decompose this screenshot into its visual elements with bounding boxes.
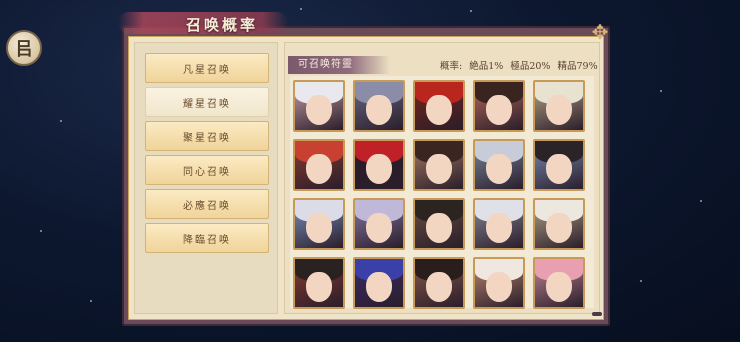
rates-label: 概率: (440, 61, 463, 72)
sidebar-item-label: 降臨召唤 (183, 234, 231, 246)
character-portrait[interactable] (293, 139, 345, 191)
sidebar-item-label: 耀星召唤 (183, 98, 231, 110)
portrait-face (306, 212, 332, 243)
sidebar-item-label: 必應召唤 (183, 200, 231, 212)
portrait-face (546, 212, 572, 243)
rate-ultimate: 絶品1% (469, 61, 504, 72)
character-portrait[interactable] (293, 80, 345, 132)
star (640, 280, 642, 282)
portrait-face (486, 94, 512, 125)
sidebar-item-label: 聚星召唤 (183, 132, 231, 144)
character-portrait[interactable] (533, 257, 585, 309)
star (660, 90, 662, 92)
star (300, 8, 302, 10)
character-portrait[interactable] (293, 198, 345, 250)
portrait-face (426, 94, 452, 125)
sidebar-item-descend-summon[interactable]: 降臨召唤 (145, 223, 269, 253)
portrait-face (546, 271, 572, 302)
character-portrait[interactable] (473, 80, 525, 132)
character-portrait[interactable] (353, 139, 405, 191)
panel-title: 召唤概率 (186, 16, 259, 34)
portrait-face (486, 212, 512, 243)
sidebar-item-unity-summon[interactable]: 同心召唤 (145, 155, 269, 185)
sidebar-item-star-summon[interactable]: 耀星召唤 (145, 87, 269, 117)
portrait-face (426, 153, 452, 184)
character-portrait[interactable] (413, 198, 465, 250)
character-portrait[interactable] (293, 257, 345, 309)
character-portrait[interactable] (413, 139, 465, 191)
character-portrait[interactable] (473, 198, 525, 250)
star (700, 200, 702, 202)
portrait-face (366, 153, 392, 184)
sidebar-item-label: 同心召唤 (183, 166, 231, 178)
character-portrait[interactable] (413, 80, 465, 132)
star (90, 300, 92, 302)
back-button-label: 㠯 (15, 39, 33, 60)
portrait-face (546, 94, 572, 125)
portrait-face (306, 153, 332, 184)
sidebar-item-common-summon[interactable]: 凡星召唤 (145, 53, 269, 83)
rate-fine: 精品79% (557, 61, 598, 72)
portrait-face (366, 212, 392, 243)
character-portrait[interactable] (533, 80, 585, 132)
rate-superior: 極品20% (510, 61, 551, 72)
character-portrait[interactable] (353, 198, 405, 250)
pool-label: 可召唤符靈 (288, 56, 390, 74)
sidebar-item-label: 凡星召唤 (183, 64, 231, 76)
portrait-face (546, 153, 572, 184)
back-button[interactable]: 㠯 (6, 30, 42, 66)
star (470, 10, 472, 12)
star (40, 230, 42, 232)
star (60, 120, 62, 122)
close-flower-icon[interactable]: ✥ (590, 22, 610, 42)
character-portrait[interactable] (353, 80, 405, 132)
portrait-face (486, 153, 512, 184)
character-portrait[interactable] (473, 257, 525, 309)
character-portrait[interactable] (473, 139, 525, 191)
portrait-face (366, 271, 392, 302)
character-grid (290, 76, 594, 309)
sidebar-item-response-summon[interactable]: 必應召唤 (145, 189, 269, 219)
sidebar-item-gather-summon[interactable]: 聚星召唤 (145, 121, 269, 151)
portrait-face (486, 271, 512, 302)
portrait-face (366, 94, 392, 125)
portrait-face (426, 271, 452, 302)
character-portrait[interactable] (413, 257, 465, 309)
character-portrait[interactable] (353, 257, 405, 309)
character-portrait[interactable] (533, 198, 585, 250)
rates-line: 概率: 絶品1% 極品20% 精品79% (440, 58, 602, 72)
portrait-face (426, 212, 452, 243)
character-portrait[interactable] (533, 139, 585, 191)
portrait-face (306, 271, 332, 302)
summon-type-sidebar: 凡星召唤 耀星召唤 聚星召唤 同心召唤 必應召唤 降臨召唤 (134, 42, 278, 314)
portrait-face (306, 94, 332, 125)
scroll-indicator[interactable] (592, 312, 602, 316)
